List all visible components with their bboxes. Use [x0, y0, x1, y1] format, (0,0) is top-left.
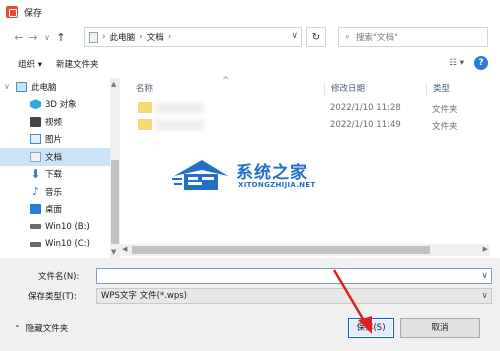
- sidebar-item-label: 桌面: [45, 205, 63, 216]
- filetype-label: 保存类型(T):: [28, 292, 77, 302]
- annotation-arrow-icon: [332, 269, 372, 334]
- chevron-up-icon: ⌃: [14, 323, 21, 333]
- column-header-row: 名称 ^ 修改日期 类型: [122, 76, 492, 96]
- chevron-down-icon[interactable]: ∨: [481, 289, 488, 303]
- hide-folders-toggle[interactable]: ⌃ 隐藏文件夹: [14, 322, 69, 335]
- sidebar-item-pictures[interactable]: 图片: [0, 131, 119, 149]
- drive-icon: [30, 224, 41, 230]
- navigation-bar: ← → ∨ ↑ › 此电脑 › 文档 › ∨ ↻ ⌕ 搜索"文档": [0, 24, 500, 50]
- cancel-button[interactable]: 取消: [400, 318, 480, 338]
- table-row[interactable]: 2022/1/10 11:28 文件夹: [122, 100, 492, 116]
- new-folder-button[interactable]: 新建文件夹: [56, 58, 99, 70]
- computer-icon: [16, 81, 27, 92]
- column-header-name[interactable]: 名称: [136, 82, 153, 94]
- sidebar-item-documents[interactable]: 文档: [0, 148, 119, 166]
- scrollbar-thumb[interactable]: [132, 246, 430, 254]
- scroll-right-icon[interactable]: ▶: [483, 245, 488, 253]
- sort-ascending-icon: ^: [222, 76, 230, 86]
- save-form: 文件名(N): ∨ 保存类型(T): WPS文字 文件(*.wps) ∨ ⌃ 隐…: [0, 258, 500, 351]
- scroll-up-icon[interactable]: ▲: [111, 80, 116, 88]
- watermark: 系统之家 XITONGZHIJIA.NET: [172, 156, 352, 196]
- sidebar-item-music[interactable]: ♪ 音乐: [0, 183, 119, 201]
- desktop-icon: [30, 204, 41, 215]
- up-icon[interactable]: ↑: [54, 28, 68, 46]
- hide-folders-label: 隐藏文件夹: [25, 324, 69, 334]
- sidebar-item-label: 3D 对象: [45, 100, 77, 111]
- document-icon: [89, 31, 98, 43]
- breadcrumb-separator-icon: ›: [102, 32, 106, 42]
- title-bar: 保存: [0, 0, 500, 24]
- watermark-logo-icon: [172, 160, 228, 190]
- sidebar-item-drive-b[interactable]: Win10 (B:): [0, 218, 119, 236]
- horizontal-scrollbar[interactable]: ◀ ▶: [120, 244, 490, 256]
- back-icon[interactable]: ←: [12, 28, 26, 46]
- search-input[interactable]: ⌕ 搜索"文档": [338, 27, 488, 47]
- sidebar-item-label: Win10 (C:): [45, 239, 90, 250]
- file-name-blurred: [156, 103, 204, 113]
- file-type: 文件夹: [432, 105, 458, 115]
- video-icon: [30, 116, 41, 127]
- column-header-type[interactable]: 类型: [426, 82, 450, 96]
- sidebar-item-drive-c[interactable]: Win10 (C:): [0, 236, 119, 254]
- recent-locations-icon[interactable]: ∨: [40, 28, 54, 46]
- refresh-icon: ↻: [311, 31, 321, 43]
- filetype-value: WPS文字 文件(*.wps): [101, 291, 187, 301]
- file-name-blurred: [156, 120, 204, 130]
- sidebar-scrollbar[interactable]: ▲ ▼: [110, 78, 120, 258]
- filename-label: 文件名(N):: [38, 272, 80, 282]
- sidebar-item-videos[interactable]: 视频: [0, 113, 119, 131]
- sidebar-item-3d-objects[interactable]: 3D 对象: [0, 96, 119, 114]
- sidebar-item-downloads[interactable]: ⬇ 下载: [0, 166, 119, 184]
- scroll-left-icon[interactable]: ◀: [122, 245, 127, 253]
- forward-icon[interactable]: →: [26, 28, 40, 46]
- file-date: 2022/1/10 11:49: [330, 120, 401, 130]
- document-icon: [30, 151, 41, 162]
- address-dropdown-icon[interactable]: ∨: [291, 31, 298, 41]
- sidebar-item-label: 视频: [45, 117, 63, 128]
- cube-icon: [30, 99, 41, 110]
- sidebar-item-label: 文档: [45, 152, 63, 163]
- collapse-caret-icon[interactable]: ∨: [4, 82, 12, 91]
- breadcrumb-separator-icon: ›: [167, 32, 172, 42]
- chevron-down-icon[interactable]: ∨: [481, 271, 488, 281]
- help-icon[interactable]: ?: [474, 56, 488, 70]
- search-placeholder: 搜索"文档": [356, 33, 398, 43]
- breadcrumb-this-pc[interactable]: 此电脑: [110, 31, 136, 43]
- column-header-date[interactable]: 修改日期: [324, 82, 365, 96]
- search-icon: ⌕: [345, 32, 351, 42]
- filetype-select[interactable]: WPS文字 文件(*.wps) ∨: [96, 288, 492, 304]
- sidebar-item-this-pc[interactable]: ∨ 此电脑: [0, 78, 119, 96]
- organize-button[interactable]: 组织 ▾: [18, 58, 42, 70]
- file-type: 文件夹: [432, 122, 458, 132]
- address-bar[interactable]: › 此电脑 › 文档 › ∨: [84, 27, 302, 47]
- window-title: 保存: [24, 8, 43, 19]
- folder-icon: [138, 119, 152, 130]
- navigation-pane: ∨ 此电脑 3D 对象 视频 图片 文档 ⬇ 下载 ♪ 音乐 桌面 Win10 …: [0, 78, 120, 258]
- watermark-subtitle: XITONGZHIJIA.NET: [238, 181, 316, 189]
- scrollbar-thumb[interactable]: [111, 160, 119, 244]
- picture-icon: [30, 134, 41, 145]
- breadcrumb-documents[interactable]: 文档: [147, 31, 164, 43]
- command-toolbar: 组织 ▾ 新建文件夹 ☷ ▾ ?: [0, 52, 500, 76]
- sidebar-item-desktop[interactable]: 桌面: [0, 201, 119, 219]
- sidebar-item-label: 音乐: [45, 187, 63, 198]
- filename-input[interactable]: ∨: [96, 268, 492, 284]
- scroll-down-icon[interactable]: ▼: [111, 248, 116, 256]
- view-options-icon[interactable]: ☷ ▾: [449, 58, 464, 68]
- watermark-title: 系统之家: [236, 163, 308, 183]
- download-icon: ⬇: [30, 167, 41, 182]
- music-icon: ♪: [31, 184, 40, 198]
- sidebar-item-label: 此电脑: [31, 82, 57, 93]
- table-row[interactable]: 2022/1/10 11:49 文件夹: [122, 117, 492, 133]
- sidebar-item-label: 图片: [45, 135, 63, 146]
- drive-icon: [30, 241, 41, 247]
- folder-icon: [138, 102, 152, 113]
- refresh-button[interactable]: ↻: [306, 27, 326, 47]
- file-date: 2022/1/10 11:28: [330, 103, 401, 113]
- breadcrumb-separator-icon: ›: [139, 32, 143, 42]
- sidebar-item-label: 下载: [45, 170, 63, 181]
- sidebar-item-label: Win10 (B:): [45, 221, 90, 232]
- wps-logo-icon: [6, 6, 18, 18]
